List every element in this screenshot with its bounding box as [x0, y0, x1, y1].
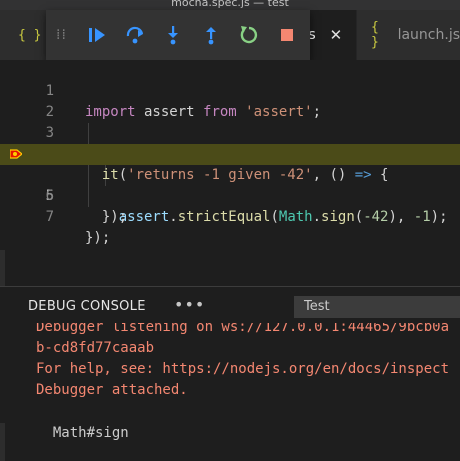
close-icon[interactable]: ✕: [330, 26, 343, 44]
stop-button[interactable]: [268, 20, 306, 50]
tab-label: launch.js: [397, 27, 460, 43]
drag-handle-icon[interactable]: ⁞⁞: [56, 27, 78, 43]
code-token: strictEqual: [177, 209, 271, 225]
debug-toolbar: ⁞⁞: [46, 10, 310, 60]
step-over-icon: [126, 26, 144, 44]
restart-icon: [240, 26, 258, 44]
tab-debug-console[interactable]: DEBUG CONSOLE: [28, 299, 146, 314]
code-token: .: [169, 209, 178, 225]
code-token: (: [354, 209, 364, 225]
code-token: Math: [278, 209, 313, 225]
step-into-button[interactable]: [154, 20, 192, 50]
step-out-icon: [206, 27, 216, 45]
code-token: });: [85, 230, 111, 246]
code-token: -42: [363, 209, 389, 225]
code-text: });: [85, 228, 110, 249]
code-token: .: [312, 209, 322, 225]
panel-left-border: [0, 423, 5, 461]
code-token: ),: [388, 209, 414, 225]
more-actions-icon[interactable]: •••: [174, 295, 205, 314]
panel-header: DEBUG CONSOLE ••• Test: [0, 287, 460, 327]
stop-icon: [281, 29, 293, 41]
code-text: assert.strictEqual(Math.sign(-42), -1);: [85, 207, 448, 228]
breakpoint-arrow-icon[interactable]: [10, 149, 22, 159]
console-line: For help, see: https://nodejs.org/en/doc…: [36, 361, 450, 377]
debug-console-panel: DEBUG CONSOLE ••• Test Debugger listenin…: [0, 286, 460, 461]
step-into-icon: [168, 26, 178, 45]
window-title: mocha.spec.js — test: [0, 0, 460, 10]
code-token: (: [270, 209, 279, 225]
step-over-button[interactable]: [116, 20, 154, 50]
line-number: 7: [45, 209, 54, 225]
code-line: 6 });: [0, 165, 460, 225]
editor-left-border: [0, 250, 5, 286]
current-execution-line: 5 assert.strictEqual(Math.sign(-42), -1)…: [0, 144, 460, 225]
continue-icon: [89, 28, 105, 42]
console-line: b-cd8fd77caaab: [36, 340, 155, 356]
code-token: sign: [321, 209, 355, 225]
json-icon: { }: [18, 27, 42, 43]
code-line: 4 it('returns -1 given -42', () => {: [0, 123, 460, 183]
code-line: 7 });: [0, 186, 460, 246]
code-line: 2: [0, 81, 460, 120]
code-text: });: [85, 207, 127, 228]
console-filter-input[interactable]: Test: [294, 296, 460, 318]
tab-launch[interactable]: { } launch.js: [356, 10, 460, 60]
code-line: 3 describe('Math#sign', () => {: [0, 102, 460, 162]
continue-button[interactable]: [78, 20, 116, 50]
code-line: 1 import assert from 'assert';: [0, 60, 460, 120]
code-token: });: [85, 209, 128, 225]
code-token: );: [430, 209, 448, 225]
restart-button[interactable]: [230, 20, 268, 50]
code-editor[interactable]: 1 import assert from 'assert'; 2 3 descr…: [0, 60, 460, 286]
code-token: -1: [413, 209, 431, 225]
console-line: Debugger attached.: [36, 382, 188, 398]
step-out-button[interactable]: [192, 20, 230, 50]
console-line: Math#sign: [36, 425, 129, 441]
json-icon: { }: [371, 20, 379, 50]
